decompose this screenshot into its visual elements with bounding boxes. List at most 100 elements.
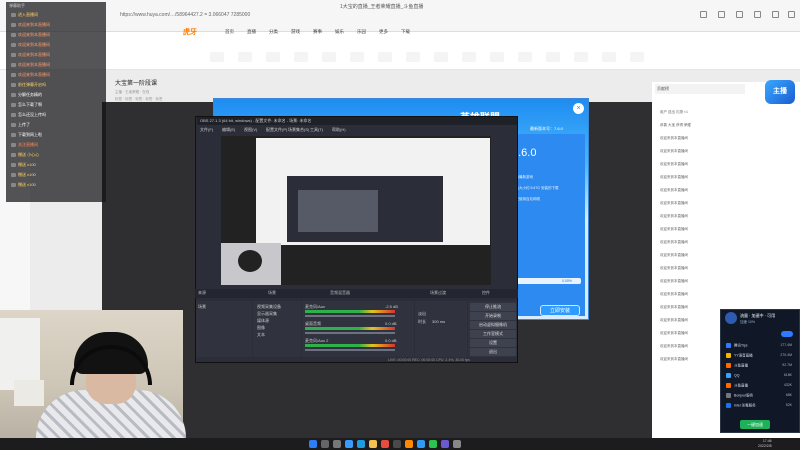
system-clock[interactable]: 17:46 2022/2/8	[758, 439, 772, 448]
nav-link-0[interactable]: 首页	[225, 29, 234, 35]
obs-menu-item[interactable]: 编辑(E)	[222, 127, 235, 133]
edge-icon[interactable]	[357, 440, 365, 448]
widget-title: 流量 · 加速中 · 可用	[740, 313, 776, 318]
nav-link-5[interactable]: 娱乐	[335, 29, 344, 35]
start-icon[interactable]	[309, 440, 317, 448]
contribution-header[interactable]: 贡献榜	[655, 84, 745, 94]
installer-close-icon[interactable]: ×	[573, 103, 584, 114]
address-bar[interactable]: https://www.huya.com/…/58964427.2 = 3.06…	[120, 12, 250, 18]
nav-link-2[interactable]: 分类	[269, 29, 278, 35]
obs-control-button[interactable]: 工作室模式	[470, 330, 516, 338]
scene-item[interactable]: 场景	[198, 304, 206, 310]
category-icon[interactable]	[210, 52, 224, 62]
obs-menu-item[interactable]: 视图(V)	[244, 127, 257, 133]
widgets-icon[interactable]	[345, 440, 353, 448]
category-icon[interactable]	[630, 52, 644, 62]
category-icon[interactable]	[434, 52, 448, 62]
download-icon[interactable]	[736, 11, 743, 18]
extension-icon[interactable]	[700, 11, 707, 18]
window-title: 1大宝的直播_王者荣耀直播_斗鱼直播	[340, 4, 424, 10]
source-item[interactable]: 媒体源	[257, 318, 269, 324]
huya-icon[interactable]	[405, 440, 413, 448]
category-icon[interactable]	[462, 52, 476, 62]
overlay-message-text: 欢迎来到本直播间	[18, 72, 50, 77]
overlay-message-text: 赠送 x100	[18, 172, 36, 177]
source-item[interactable]: 视频采集设备	[257, 304, 281, 310]
category-icon[interactable]	[378, 52, 392, 62]
accelerate-toggle[interactable]	[781, 331, 793, 337]
installer-version-label: 最新版本号：7.6.0	[530, 126, 563, 131]
category-icon[interactable]	[266, 52, 280, 62]
volume-slider[interactable]	[305, 332, 395, 334]
chrome-icon[interactable]	[381, 440, 389, 448]
settings-icon[interactable]	[453, 440, 461, 448]
source-item[interactable]: 图像	[257, 325, 265, 331]
nav-link-1[interactable]: 直播	[247, 29, 256, 35]
app-traffic: 270.4M	[780, 353, 792, 357]
obs-control-button[interactable]: 退出	[470, 348, 516, 356]
traffic-row: 斗鱼直播 92.7M	[726, 363, 794, 368]
obs-dock-title: 场景	[268, 290, 276, 295]
obs-icon[interactable]	[393, 440, 401, 448]
obs-menu-item[interactable]: 工具(T)	[310, 127, 323, 133]
category-icon[interactable]	[574, 52, 588, 62]
category-icon[interactable]	[546, 52, 560, 62]
settings-icon[interactable]	[754, 11, 761, 18]
obs-control-button[interactable]: 停止推流	[470, 303, 516, 311]
search-icon[interactable]	[321, 440, 329, 448]
source-item[interactable]: 显示器采集	[257, 311, 277, 317]
qq-icon[interactable]	[417, 440, 425, 448]
category-icon[interactable]	[518, 52, 532, 62]
user-badge-icon	[11, 22, 16, 27]
volume-slider[interactable]	[305, 315, 395, 317]
task-view-icon[interactable]	[333, 440, 341, 448]
chat-line: 欢迎来到本直播间	[660, 357, 688, 361]
nav-link-4[interactable]: 赛事	[313, 29, 322, 35]
app-traffic: 52K	[785, 403, 792, 407]
transition-type[interactable]: 淡出	[418, 311, 426, 317]
volume-slider[interactable]	[305, 349, 395, 351]
category-icon[interactable]	[602, 52, 616, 62]
obs-control-button[interactable]: 开始录制	[470, 312, 516, 320]
nav-link-8[interactable]: 下载	[401, 29, 410, 35]
installer-line: 安装大小约 5.67G 安装的下载	[512, 186, 559, 190]
chat-line: 欢迎来到本直播间	[660, 201, 688, 205]
obs-menu-item[interactable]: 场景集合(S)	[288, 127, 309, 133]
transition-duration[interactable]: 300 ms	[432, 319, 445, 324]
category-icon[interactable]	[490, 52, 504, 62]
app-icon	[726, 403, 731, 408]
explorer-icon[interactable]	[369, 440, 377, 448]
site-logo[interactable]: 虎牙	[183, 27, 197, 37]
chat-line: 欢迎来到本直播间	[660, 292, 688, 296]
chat-line: 欢迎来到本直播间	[660, 240, 688, 244]
close-window-icon[interactable]	[788, 11, 795, 18]
obs-title: OBS 27.1.3 (64 bit, windows) - 配置文件: 未命名…	[200, 118, 312, 123]
streamer-mascot-icon[interactable]: 主播	[765, 80, 795, 104]
minimize-icon[interactable]	[772, 11, 779, 18]
obs-control-button[interactable]: 启动虚拟摄像机	[470, 321, 516, 329]
install-start-button[interactable]: 立即安装	[540, 305, 580, 316]
nav-link-6[interactable]: 乐园	[357, 29, 366, 35]
category-icon[interactable]	[350, 52, 364, 62]
wechat-icon[interactable]	[429, 440, 437, 448]
nav-link-7[interactable]: 更多	[379, 29, 388, 35]
app-icon	[726, 373, 731, 378]
overlay-message: 下载到网上啦	[11, 132, 42, 138]
overlay-message: 赠送 小心心	[11, 152, 39, 158]
accelerate-button[interactable]: 一键加速	[740, 420, 770, 429]
store-icon[interactable]	[441, 440, 449, 448]
category-icon[interactable]	[238, 52, 252, 62]
network-speed-widget	[720, 309, 800, 433]
obs-menu-item[interactable]: 配置文件(P)	[266, 127, 287, 133]
overlay-message-text: 赠送 小心心	[18, 152, 40, 157]
overlay-message: 欢迎来到本直播间	[11, 52, 50, 58]
source-item[interactable]: 文本	[257, 332, 265, 338]
category-icon[interactable]	[406, 52, 420, 62]
category-icon[interactable]	[322, 52, 336, 62]
nav-link-3[interactable]: 游戏	[291, 29, 300, 35]
history-icon[interactable]	[718, 11, 725, 18]
obs-control-button[interactable]: 设置	[470, 339, 516, 347]
obs-menu-item[interactable]: 帮助(H)	[332, 127, 346, 133]
category-icon[interactable]	[294, 52, 308, 62]
obs-menu-item[interactable]: 文件(F)	[200, 127, 213, 133]
